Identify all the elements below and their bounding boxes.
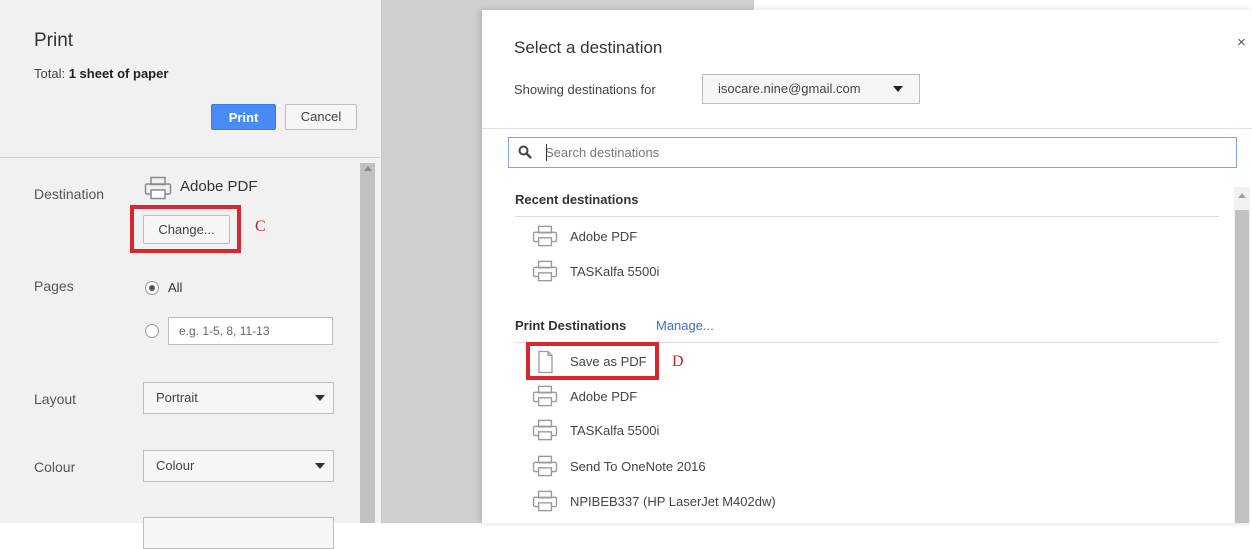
highlight-box-d — [526, 342, 659, 380]
chevron-down-icon — [893, 86, 903, 92]
divider — [482, 128, 1252, 129]
printer-icon — [532, 419, 558, 446]
left-scrollbar[interactable] — [360, 163, 375, 523]
colour-select[interactable]: Colour — [143, 450, 334, 482]
chevron-down-icon — [315, 463, 325, 469]
showing-destinations-label: Showing destinations for — [514, 82, 656, 97]
page-title: Print — [34, 30, 74, 51]
destination-name: Adobe PDF — [180, 178, 258, 195]
divider — [0, 157, 380, 158]
account-select[interactable]: isocare.nine@gmail.com — [702, 74, 920, 104]
printer-icon — [532, 225, 558, 252]
list-item-label: Adobe PDF — [570, 229, 638, 244]
cancel-button[interactable]: Cancel — [285, 104, 357, 130]
printer-icon — [532, 455, 558, 482]
layout-select[interactable]: Portrait — [143, 382, 334, 414]
highlight-box-c — [130, 205, 241, 253]
scroll-up-icon[interactable] — [1238, 193, 1246, 198]
select-destination-dialog: Select a destination × Showing destinati… — [482, 10, 1252, 523]
search-input[interactable]: Search destinations — [508, 137, 1237, 168]
pages-label: Pages — [34, 278, 74, 294]
account-value: isocare.nine@gmail.com — [718, 81, 861, 96]
layout-label: Layout — [34, 391, 77, 407]
text-caret — [546, 144, 547, 161]
manage-link[interactable]: Manage... — [656, 318, 714, 333]
printer-icon — [532, 260, 558, 287]
pages-custom-input[interactable]: e.g. 1-5, 8, 11-13 — [168, 317, 333, 345]
pages-all-label: All — [168, 280, 183, 295]
marker-c: C — [255, 218, 266, 235]
total-label: Total: — [34, 66, 66, 81]
divider — [515, 216, 1219, 217]
recent-destinations-heading: Recent destinations — [515, 192, 639, 207]
scroll-up-icon[interactable] — [364, 166, 372, 171]
destination-label: Destination — [34, 186, 105, 202]
dialog-title: Select a destination — [514, 38, 663, 57]
total-summary: Total: 1 sheet of paper — [34, 66, 168, 81]
print-settings-panel: Print Total: 1 sheet of paper Print Canc… — [0, 0, 381, 549]
pages-all-radio[interactable] — [145, 281, 159, 295]
search-placeholder: Search destinations — [545, 145, 660, 160]
printer-icon — [532, 385, 558, 412]
next-setting-select[interactable] — [143, 517, 334, 549]
colour-value: Colour — [156, 458, 195, 473]
pages-custom-radio[interactable] — [145, 324, 159, 338]
list-item-label: Send To OneNote 2016 — [570, 459, 706, 474]
printer-icon — [144, 176, 172, 205]
chevron-down-icon — [315, 395, 325, 401]
print-destinations-heading: Print Destinations — [515, 318, 627, 333]
list-item-label: TASKalfa 5500i — [570, 264, 660, 279]
search-icon — [518, 145, 532, 164]
print-button[interactable]: Print — [211, 104, 276, 130]
list-item-label: Adobe PDF — [570, 389, 638, 404]
dialog-scrollbar-thumb[interactable] — [1235, 210, 1249, 523]
list-item-label: NPIBEB337 (HP LaserJet M402dw) — [570, 494, 776, 509]
list-item-label: TASKalfa 5500i — [570, 423, 660, 438]
marker-d: D — [672, 353, 684, 370]
printer-icon — [532, 490, 558, 517]
colour-label: Colour — [34, 459, 76, 475]
layout-value: Portrait — [156, 390, 198, 405]
close-icon[interactable]: × — [1237, 34, 1246, 51]
total-value: 1 sheet of paper — [68, 66, 169, 81]
